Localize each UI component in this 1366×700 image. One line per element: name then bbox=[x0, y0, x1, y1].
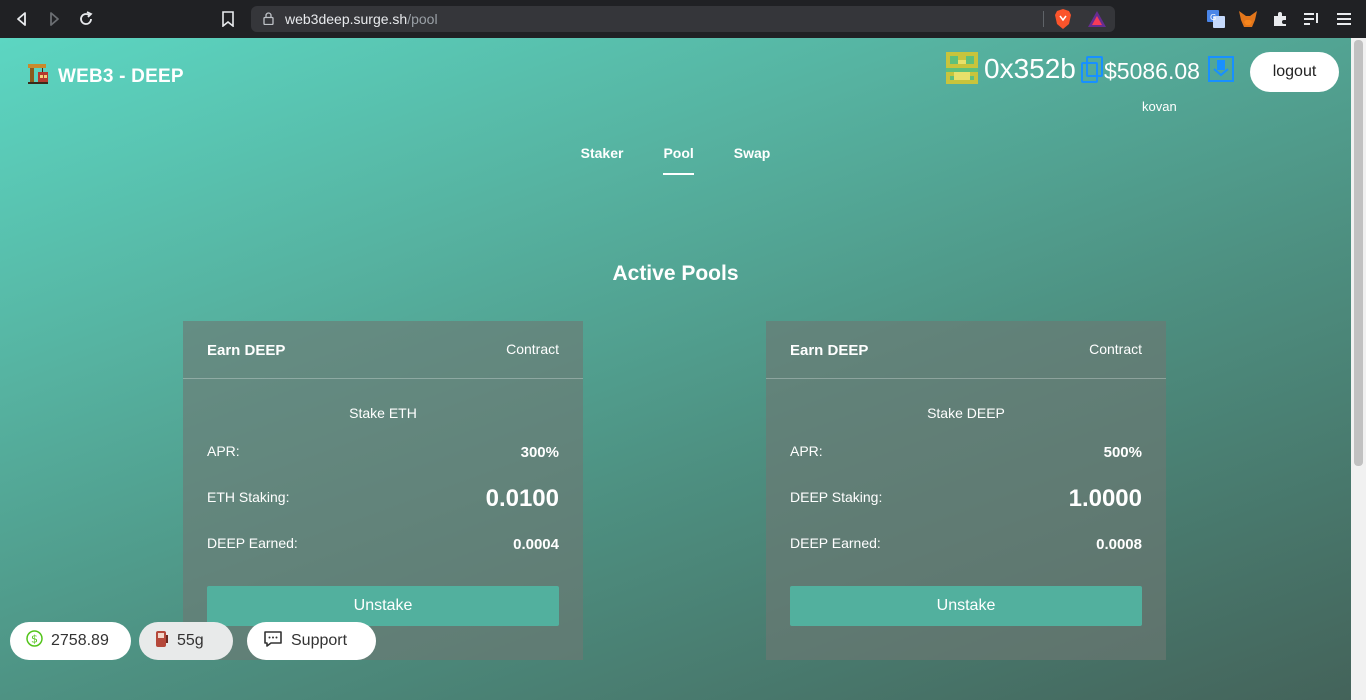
gas-price-badge[interactable]: 55g bbox=[139, 622, 233, 660]
page: WEB3 - DEEP 0x352b $5086.08 kovan logout bbox=[0, 38, 1351, 700]
apr-label: APR: bbox=[207, 443, 240, 459]
reload-icon[interactable] bbox=[76, 9, 96, 29]
menu-icon[interactable] bbox=[1334, 9, 1354, 29]
network-label: kovan bbox=[1142, 99, 1177, 114]
stake-token-label: Stake DEEP bbox=[927, 405, 1005, 421]
tab-swap[interactable]: Swap bbox=[734, 145, 771, 175]
scrollbar[interactable] bbox=[1351, 38, 1366, 700]
earned-value: 0.0004 bbox=[513, 536, 559, 553]
svg-text:$: $ bbox=[31, 633, 38, 646]
unstake-button[interactable]: Unstake bbox=[790, 586, 1142, 626]
contract-link[interactable]: Contract bbox=[1089, 341, 1142, 357]
earned-value: 0.0008 bbox=[1096, 536, 1142, 553]
nav-tabs: Staker Pool Swap bbox=[0, 145, 1351, 175]
staking-label: ETH Staking: bbox=[207, 489, 290, 505]
scrollbar-thumb[interactable] bbox=[1354, 40, 1363, 466]
stake-token-label: Stake ETH bbox=[349, 405, 417, 421]
svg-text:G: G bbox=[1210, 13, 1216, 22]
card-header: Earn DEEP Contract bbox=[183, 321, 583, 379]
brave-rewards-icon[interactable] bbox=[1087, 9, 1107, 29]
apr-value: 500% bbox=[1103, 444, 1142, 461]
card-header: Earn DEEP Contract bbox=[766, 321, 1166, 379]
staking-value: 0.0100 bbox=[485, 485, 559, 512]
metamask-icon[interactable] bbox=[1238, 9, 1258, 29]
forward-icon[interactable] bbox=[44, 9, 64, 29]
crane-logo-icon bbox=[26, 62, 50, 91]
contract-link[interactable]: Contract bbox=[506, 341, 559, 357]
app-title: WEB3 - DEEP bbox=[58, 65, 184, 87]
brave-shield-icon[interactable] bbox=[1053, 9, 1073, 29]
pool-card: Earn DEEP Contract Stake ETH APR: 300% E… bbox=[183, 321, 583, 660]
section-title: Active Pools bbox=[612, 262, 739, 285]
wallet-balance: $5086.08 bbox=[1104, 58, 1200, 84]
browser-toolbar: web3deep.surge.sh/pool G bbox=[0, 0, 1366, 38]
unstake-button[interactable]: Unstake bbox=[207, 586, 559, 626]
lock-icon bbox=[263, 12, 274, 30]
staking-value: 1.0000 bbox=[1068, 485, 1142, 512]
pool-card: Earn DEEP Contract Stake DEEP APR: 500% … bbox=[766, 321, 1166, 660]
wallet-address[interactable]: 0x352b bbox=[984, 53, 1076, 85]
back-icon[interactable] bbox=[12, 9, 32, 29]
tab-staker[interactable]: Staker bbox=[581, 145, 624, 175]
url-divider bbox=[1043, 11, 1044, 27]
support-label: Support bbox=[291, 632, 348, 649]
staking-label: DEEP Staking: bbox=[790, 489, 883, 505]
address-bar[interactable]: web3deep.surge.sh/pool bbox=[251, 6, 1115, 32]
chat-icon bbox=[263, 630, 283, 653]
gas-pump-icon bbox=[155, 630, 169, 653]
eth-price: 2758.89 bbox=[51, 632, 109, 649]
media-queue-icon[interactable] bbox=[1302, 9, 1322, 29]
tab-pool[interactable]: Pool bbox=[663, 145, 695, 175]
logout-button[interactable]: logout bbox=[1250, 52, 1339, 92]
identicon-avatar bbox=[946, 52, 978, 84]
card-title: Earn DEEP bbox=[790, 342, 869, 359]
earned-label: DEEP Earned: bbox=[207, 535, 298, 551]
support-button[interactable]: Support bbox=[247, 622, 376, 660]
brand[interactable]: WEB3 - DEEP bbox=[26, 62, 184, 91]
apr-value: 300% bbox=[520, 444, 559, 461]
gas-price: 55g bbox=[177, 632, 204, 649]
bookmark-icon[interactable] bbox=[218, 9, 238, 29]
copy-icon[interactable] bbox=[1080, 56, 1104, 84]
wallet-icon[interactable] bbox=[1208, 56, 1234, 82]
translate-icon[interactable]: G bbox=[1206, 9, 1226, 29]
card-title: Earn DEEP bbox=[207, 342, 286, 359]
earned-label: DEEP Earned: bbox=[790, 535, 881, 551]
dollar-icon: $ bbox=[26, 630, 43, 652]
url-text: web3deep.surge.sh/pool bbox=[285, 11, 438, 27]
apr-label: APR: bbox=[790, 443, 823, 459]
eth-price-badge[interactable]: $ 2758.89 bbox=[10, 622, 131, 660]
extensions-icon[interactable] bbox=[1270, 9, 1290, 29]
